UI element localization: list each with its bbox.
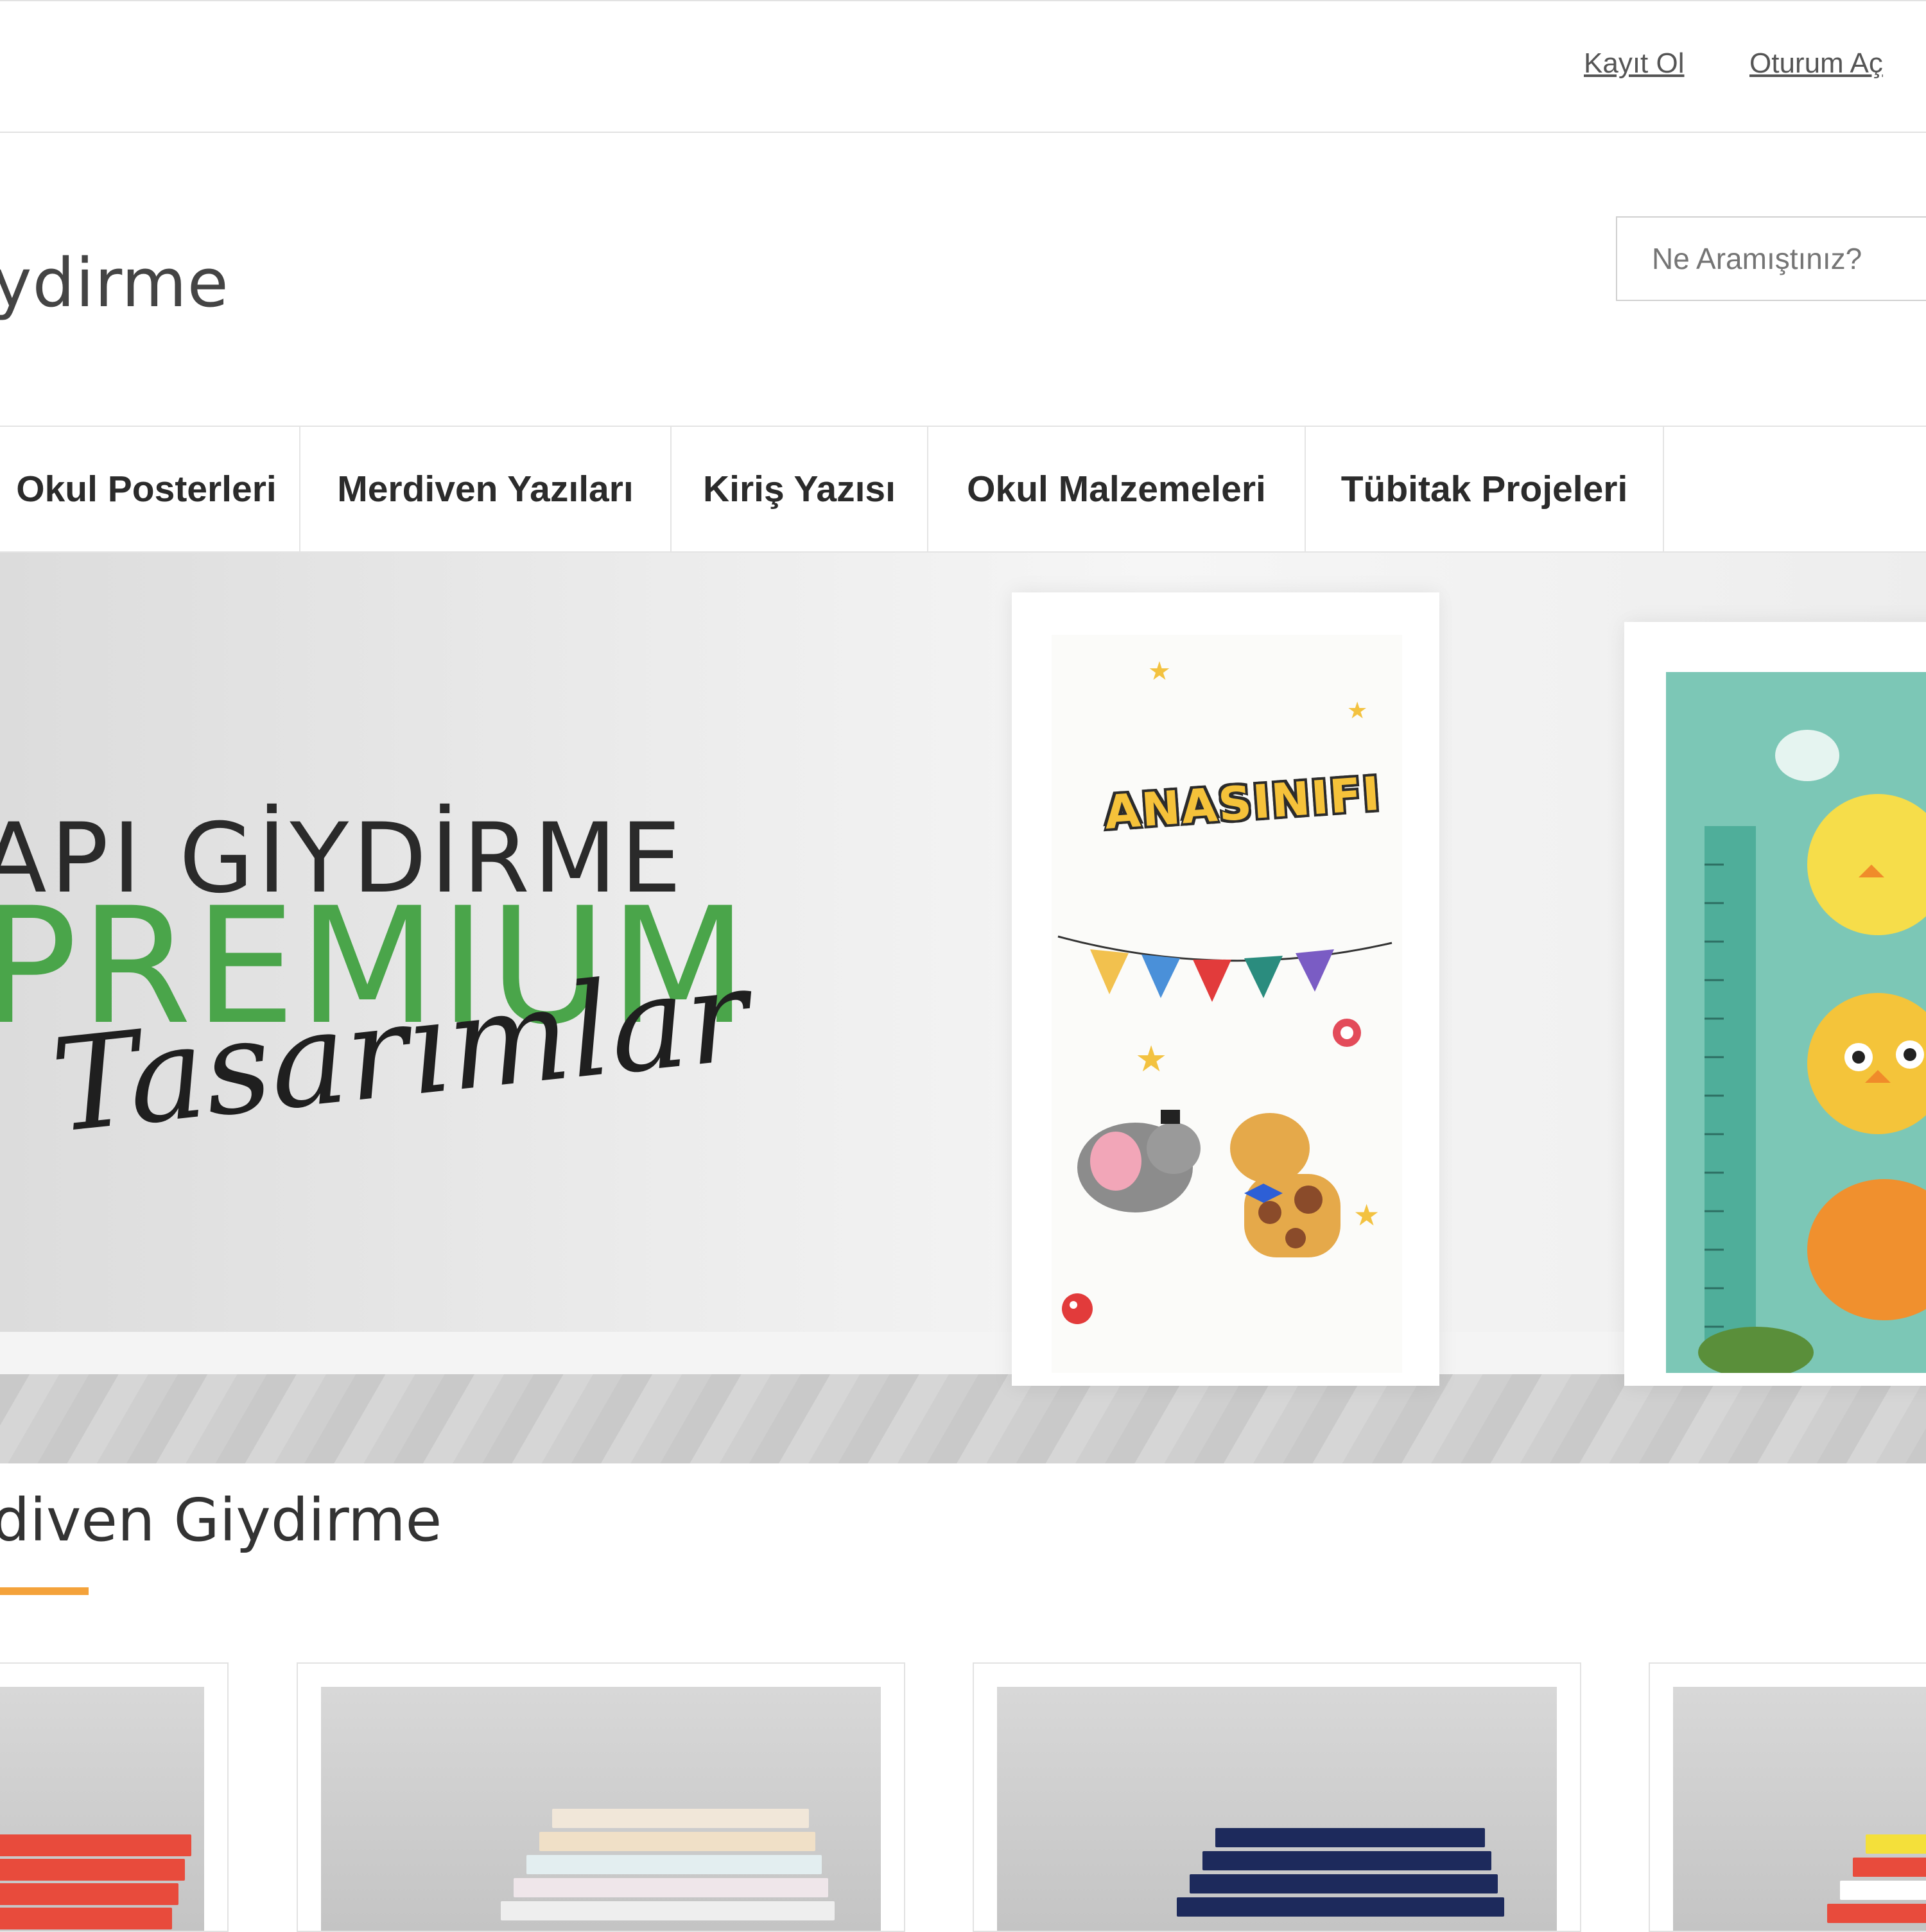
nav-item-label: Okul Posterleri bbox=[16, 469, 277, 510]
nav-item-label: Merdiven Yazıları bbox=[337, 469, 634, 510]
stair-step bbox=[1827, 1904, 1926, 1923]
register-link[interactable]: Kayıt Ol bbox=[1584, 47, 1685, 80]
product-image bbox=[997, 1687, 1557, 1931]
product-image bbox=[321, 1687, 881, 1931]
product-card[interactable] bbox=[1649, 1662, 1926, 1932]
stair-step bbox=[0, 1883, 178, 1905]
door-chicks bbox=[1666, 672, 1926, 1373]
product-card[interactable] bbox=[297, 1662, 905, 1932]
nav-item-label: Okul Malzemeleri bbox=[967, 469, 1266, 510]
stair-step bbox=[552, 1809, 809, 1828]
product-image bbox=[1673, 1687, 1926, 1931]
stair-step bbox=[0, 1908, 172, 1929]
nav-item-merdiven-yazilari[interactable]: Merdiven Yazıları bbox=[300, 427, 672, 551]
svg-text:★: ★ bbox=[1353, 1198, 1380, 1232]
svg-text:★: ★ bbox=[1135, 1039, 1167, 1079]
login-link[interactable]: Oturum Aç bbox=[1749, 47, 1883, 80]
hero-banner[interactable]: API GİYDİRME PREMIUM Tasarımlar ANASINIF… bbox=[0, 553, 1926, 1463]
nav-item-tubitak-projeleri[interactable]: Tübitak Projeleri bbox=[1306, 427, 1664, 551]
kindergarten-illustration: ★ ★ ★ ★ bbox=[1057, 657, 1392, 1324]
stair-step bbox=[501, 1901, 835, 1920]
stair-step bbox=[1202, 1851, 1491, 1870]
stair-step bbox=[514, 1878, 828, 1897]
stair-step bbox=[1190, 1874, 1498, 1893]
hero-floor bbox=[0, 1374, 1926, 1463]
nav-item-okul-posterleri[interactable]: Okul Posterleri bbox=[0, 427, 300, 551]
nav-item-label: Tübitak Projeleri bbox=[1340, 469, 1628, 510]
stair-step bbox=[526, 1855, 822, 1874]
product-image bbox=[0, 1687, 204, 1931]
search-input[interactable] bbox=[1616, 216, 1926, 301]
svg-text:★: ★ bbox=[1347, 697, 1367, 723]
svg-text:★: ★ bbox=[1148, 657, 1171, 686]
nav-item-label: Kiriş Yazısı bbox=[703, 469, 896, 510]
stair-step bbox=[0, 1834, 191, 1856]
site-logo[interactable]: ydirme bbox=[0, 244, 229, 322]
door-kindergarten: ANASINIFI ★ ★ ★ ★ bbox=[1052, 635, 1402, 1373]
stair-step bbox=[539, 1832, 815, 1851]
nav-item-okul-malzemeleri[interactable]: Okul Malzemeleri bbox=[928, 427, 1306, 551]
chicks-illustration bbox=[1698, 730, 1926, 1373]
stair-step bbox=[1853, 1858, 1926, 1877]
stair-step bbox=[1840, 1881, 1926, 1900]
stair-step bbox=[1177, 1897, 1504, 1917]
section-title-underline bbox=[0, 1587, 89, 1595]
nav-item-kiris-yazisi[interactable]: Kiriş Yazısı bbox=[672, 427, 928, 551]
top-bar: Kayıt Ol Oturum Aç bbox=[0, 0, 1926, 133]
section-title: diven Giydirme bbox=[0, 1486, 442, 1555]
stair-step bbox=[0, 1859, 185, 1881]
product-card[interactable] bbox=[973, 1662, 1581, 1932]
product-card[interactable] bbox=[0, 1662, 229, 1932]
main-nav: Okul Posterleri Merdiven Yazıları Kiriş … bbox=[0, 426, 1926, 553]
stair-step bbox=[1866, 1834, 1926, 1854]
stair-step bbox=[1215, 1828, 1485, 1847]
